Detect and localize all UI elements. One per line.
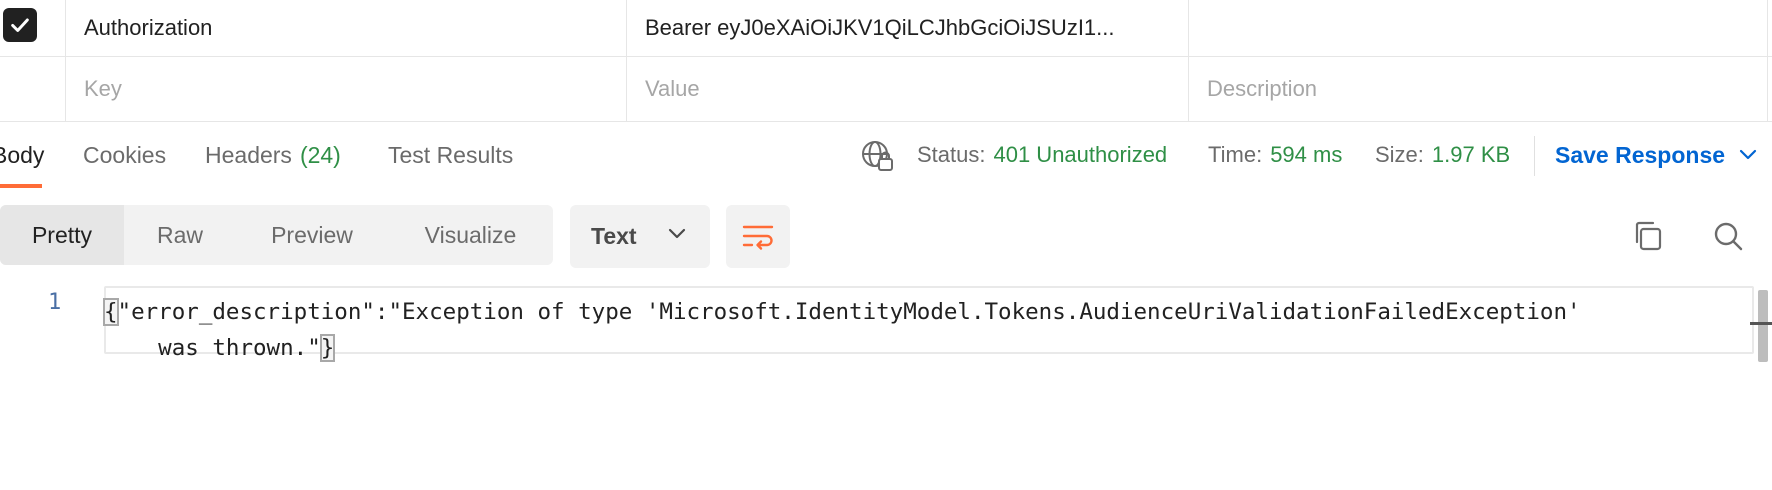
header-row-authorization: Authorization Bearer eyJ0eXAiOiJKV1QiLCJ… (0, 0, 1772, 57)
headers-count-badge: (24) (299, 141, 341, 168)
open-brace: { (103, 298, 119, 326)
new-value-input[interactable]: Value (627, 57, 1189, 121)
tab-headers-label: Headers (205, 141, 292, 168)
response-body-line-2: was thrown." (104, 335, 321, 361)
wrap-lines-icon (742, 225, 774, 250)
tab-body-label: Body (0, 141, 45, 168)
view-mode-preview-label: Preview (271, 221, 353, 248)
new-description-input[interactable]: Description (1189, 57, 1768, 121)
status-label: Status: (917, 142, 986, 167)
format-select[interactable]: Text (570, 205, 710, 268)
tab-cookies[interactable]: Cookies (83, 122, 166, 188)
format-select-value: Text (591, 223, 637, 249)
copy-icon (1635, 221, 1662, 251)
view-mode-raw-label: Raw (156, 221, 203, 248)
header-value-text: Bearer eyJ0eXAiOiJKV1QiLCJhbGciOiJSUzI1.… (645, 15, 1115, 40)
new-key-input[interactable]: Key (66, 57, 627, 121)
time-label: Time: (1208, 142, 1263, 167)
view-mode-preview[interactable]: Preview (236, 205, 388, 265)
tab-test-results-label: Test Results (388, 141, 514, 168)
line-number: 1 (48, 290, 62, 315)
view-mode-raw[interactable]: Raw (124, 205, 236, 265)
time-indicator[interactable]: Time: 594 ms (1208, 122, 1342, 188)
value-placeholder: Value (645, 76, 700, 101)
scrollbar-marker (1750, 322, 1772, 325)
view-mode-pretty[interactable]: Pretty (0, 205, 124, 265)
header-key-field[interactable]: Authorization (66, 0, 627, 56)
view-mode-visualize[interactable]: Visualize (388, 205, 553, 265)
save-response-button[interactable]: Save Response (1555, 122, 1757, 188)
response-body-editor[interactable]: 1 {"error_description":"Exception of typ… (0, 286, 1772, 490)
response-body-text[interactable]: {"error_description":"Exception of type … (103, 294, 1581, 366)
search-button[interactable] (1710, 218, 1746, 254)
checkbox-checked-icon[interactable] (2, 8, 37, 42)
view-mode-pretty-label: Pretty (31, 221, 93, 248)
view-mode-visualize-label: Visualize (424, 221, 517, 248)
close-brace: } (319, 334, 336, 362)
copy-button[interactable] (1631, 218, 1667, 254)
new-row-checkbox-cell (0, 57, 66, 121)
active-tab-indicator (0, 184, 42, 188)
size-label: Size: (1375, 142, 1424, 167)
tab-test-results[interactable]: Test Results (388, 122, 513, 188)
tab-headers[interactable]: Headers (24) (205, 122, 341, 188)
save-response-label: Save Response (1555, 141, 1726, 168)
size-value: 1.97 KB (1431, 142, 1511, 167)
divider (1534, 136, 1535, 176)
tab-body[interactable]: Body (0, 122, 44, 188)
header-key-text: Authorization (84, 15, 213, 40)
wrap-lines-button[interactable] (726, 205, 790, 268)
time-value: 594 ms (1270, 142, 1343, 167)
status-indicator[interactable]: Status: 401 Unauthorized (917, 122, 1167, 188)
size-indicator[interactable]: Size: 1.97 KB (1375, 122, 1510, 188)
globe-lock-icon[interactable] (860, 139, 894, 173)
header-row-checkbox-cell[interactable] (0, 0, 66, 56)
search-icon (1714, 222, 1743, 251)
header-value-field[interactable]: Bearer eyJ0eXAiOiJKV1QiLCJhbGciOiJSUzI1.… (627, 0, 1189, 56)
editor-scrollbar[interactable] (1758, 290, 1768, 362)
response-bar: Body Cookies Headers (24) Test Results S… (0, 122, 1772, 188)
headers-table: Authorization Bearer eyJ0eXAiOiJKV1QiLCJ… (0, 0, 1772, 122)
key-placeholder: Key (84, 76, 122, 101)
header-new-row: Key Value Description (0, 57, 1772, 122)
response-body-line-1: "error_description":"Exception of type '… (117, 299, 1581, 325)
chevron-down-icon[interactable] (1739, 149, 1757, 161)
tab-cookies-label: Cookies (83, 141, 167, 168)
header-description-field[interactable] (1189, 0, 1768, 56)
status-value: 401 Unauthorized (993, 142, 1168, 167)
view-mode-switcher: Pretty Raw Preview Visualize (0, 205, 553, 265)
chevron-down-icon (668, 228, 686, 239)
description-placeholder: Description (1207, 76, 1318, 101)
